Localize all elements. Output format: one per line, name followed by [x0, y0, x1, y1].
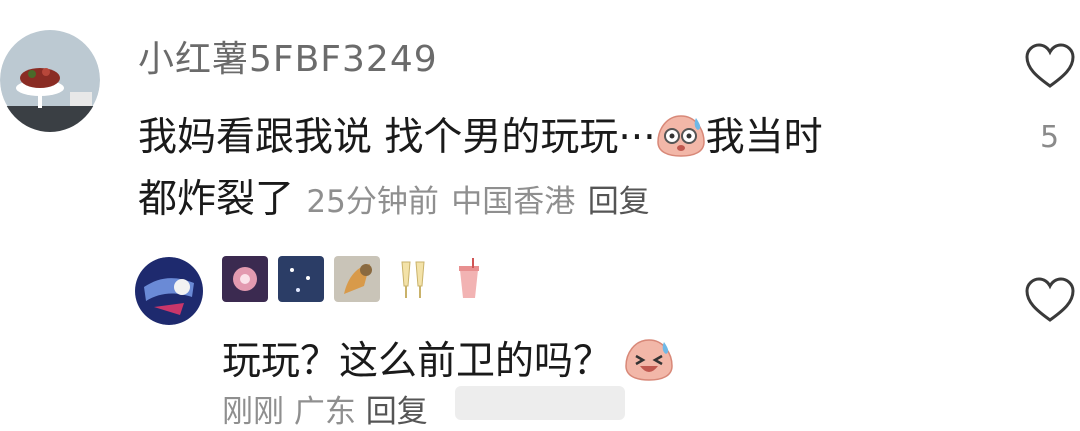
like-count: 5 — [1040, 120, 1060, 155]
avatar[interactable] — [0, 28, 100, 132]
reply-button[interactable]: 回复 — [366, 394, 428, 430]
nickname-image-icon — [390, 256, 436, 302]
comment-username[interactable]: 小红薯5FBF3249 — [138, 30, 438, 82]
nickname-image-icon — [278, 256, 324, 302]
nickname-image-icon — [334, 256, 380, 302]
reply-button[interactable]: 回复 — [588, 184, 650, 220]
sweat-face-emoji-icon — [656, 112, 706, 168]
comment-text: 玩玩？这么前卫的吗？ — [222, 339, 613, 384]
avatar-image — [0, 30, 100, 132]
reply-comment-meta: 刚刚 广东 回复 — [222, 386, 428, 431]
comment-time: 25分钟前 — [306, 184, 439, 220]
watermark-overlay — [455, 386, 625, 420]
comment-text: 我当时 — [705, 115, 823, 160]
nickname-images — [222, 256, 492, 302]
comment-text: 都炸裂了 — [138, 177, 295, 222]
comment-text-line: 我妈看跟我说 找个男的玩玩··· 我当时 — [138, 106, 823, 168]
avatar-image — [135, 257, 203, 325]
comment-location: 广东 — [293, 394, 356, 430]
like-button[interactable]: 5 — [1020, 42, 1080, 155]
comment-time: 刚刚 — [222, 394, 284, 430]
comment-text: 我妈看跟我说 找个男的玩玩··· — [138, 115, 656, 160]
heart-icon — [1025, 277, 1075, 322]
avatar[interactable] — [134, 257, 204, 325]
nickname-image-icon — [222, 256, 268, 302]
comment-text-line: 都炸裂了 25分钟前 中国香港 回复 — [138, 168, 650, 224]
comment-location: 中国香港 — [451, 184, 576, 220]
heart-icon — [1025, 43, 1075, 88]
laughing-face-emoji-icon — [624, 336, 674, 392]
like-button[interactable] — [1020, 276, 1080, 328]
reply-comment-text-line: 玩玩？这么前卫的吗？ — [222, 330, 674, 392]
nickname-image-icon — [446, 256, 492, 302]
